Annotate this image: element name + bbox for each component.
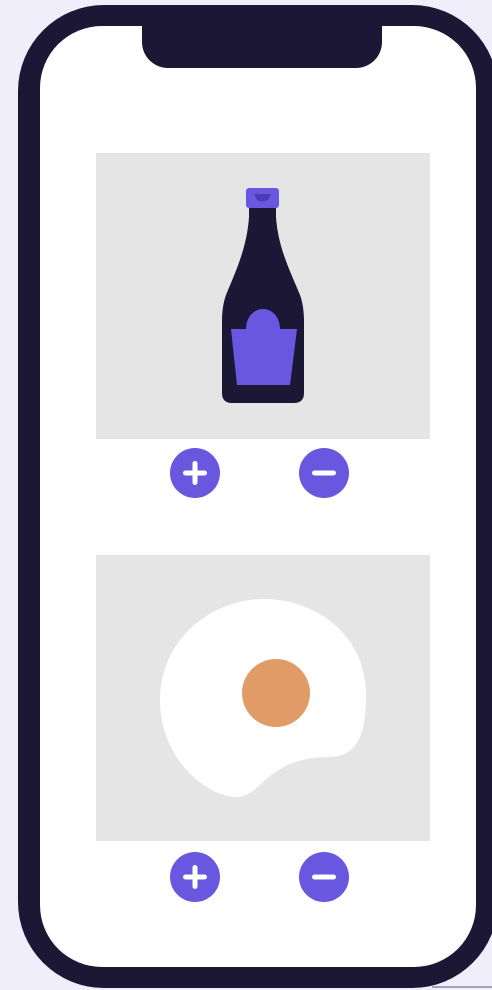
- increase-button[interactable]: [170, 852, 220, 902]
- plus-icon: [183, 865, 207, 889]
- phone-notch: [142, 26, 382, 68]
- decrease-button[interactable]: [299, 852, 349, 902]
- minus-icon: [312, 470, 336, 476]
- item-card-sauce-bottle: [96, 153, 430, 439]
- decrease-button[interactable]: [299, 448, 349, 498]
- app-stage: [0, 0, 492, 990]
- increase-button[interactable]: [170, 448, 220, 498]
- quantity-stepper-fried-egg: [40, 852, 476, 902]
- minus-icon: [312, 874, 336, 880]
- phone-screen: [40, 26, 476, 967]
- quantity-stepper-sauce-bottle: [40, 448, 476, 498]
- sauce-bottle-icon: [222, 188, 304, 403]
- fried-egg-icon: [160, 599, 366, 797]
- plus-icon: [183, 461, 207, 485]
- floor-line: [432, 986, 492, 988]
- item-card-fried-egg: [96, 555, 430, 841]
